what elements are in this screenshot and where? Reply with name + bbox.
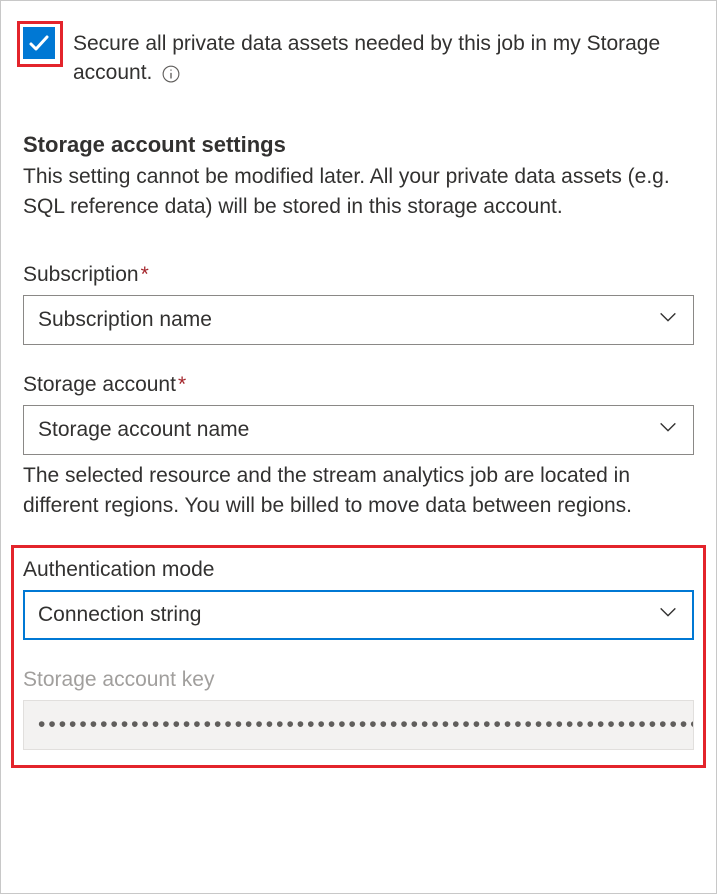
storage-key-field: Storage account key ••••••••••••••••••••…: [23, 668, 694, 750]
chevron-down-icon: [657, 306, 679, 334]
checkmark-icon: [27, 31, 51, 55]
subscription-dropdown[interactable]: Subscription name: [23, 295, 694, 345]
chevron-down-icon: [657, 601, 679, 629]
chevron-down-icon: [657, 416, 679, 444]
section-heading: Storage account settings: [23, 132, 694, 158]
storage-key-label: Storage account key: [23, 668, 694, 692]
storage-account-helper: The selected resource and the stream ana…: [23, 461, 694, 522]
subscription-value: Subscription name: [38, 308, 212, 332]
subscription-label: Subscription*: [23, 263, 694, 287]
storage-account-dropdown[interactable]: Storage account name: [23, 405, 694, 455]
auth-mode-dropdown[interactable]: Connection string: [23, 590, 694, 640]
secure-assets-checkbox[interactable]: [23, 27, 55, 59]
storage-account-value: Storage account name: [38, 418, 249, 442]
subscription-field: Subscription* Subscription name: [23, 263, 694, 345]
auth-section: Authentication mode Connection string St…: [23, 546, 694, 750]
secure-assets-row: Secure all private data assets needed by…: [23, 27, 694, 88]
auth-mode-field: Authentication mode Connection string: [23, 558, 694, 640]
auth-mode-value: Connection string: [38, 603, 201, 627]
required-indicator: *: [141, 263, 149, 286]
storage-account-label: Storage account*: [23, 373, 694, 397]
section-description: This setting cannot be modified later. A…: [23, 162, 694, 223]
storage-account-field: Storage account* Storage account name Th…: [23, 373, 694, 522]
required-indicator: *: [178, 373, 186, 396]
storage-settings-panel: Secure all private data assets needed by…: [0, 0, 717, 894]
storage-key-input[interactable]: ••••••••••••••••••••••••••••••••••••••••…: [23, 700, 694, 750]
auth-mode-label: Authentication mode: [23, 558, 694, 582]
secure-assets-label: Secure all private data assets needed by…: [73, 27, 694, 88]
storage-key-value: ••••••••••••••••••••••••••••••••••••••••…: [38, 713, 694, 737]
info-icon[interactable]: [162, 65, 180, 83]
